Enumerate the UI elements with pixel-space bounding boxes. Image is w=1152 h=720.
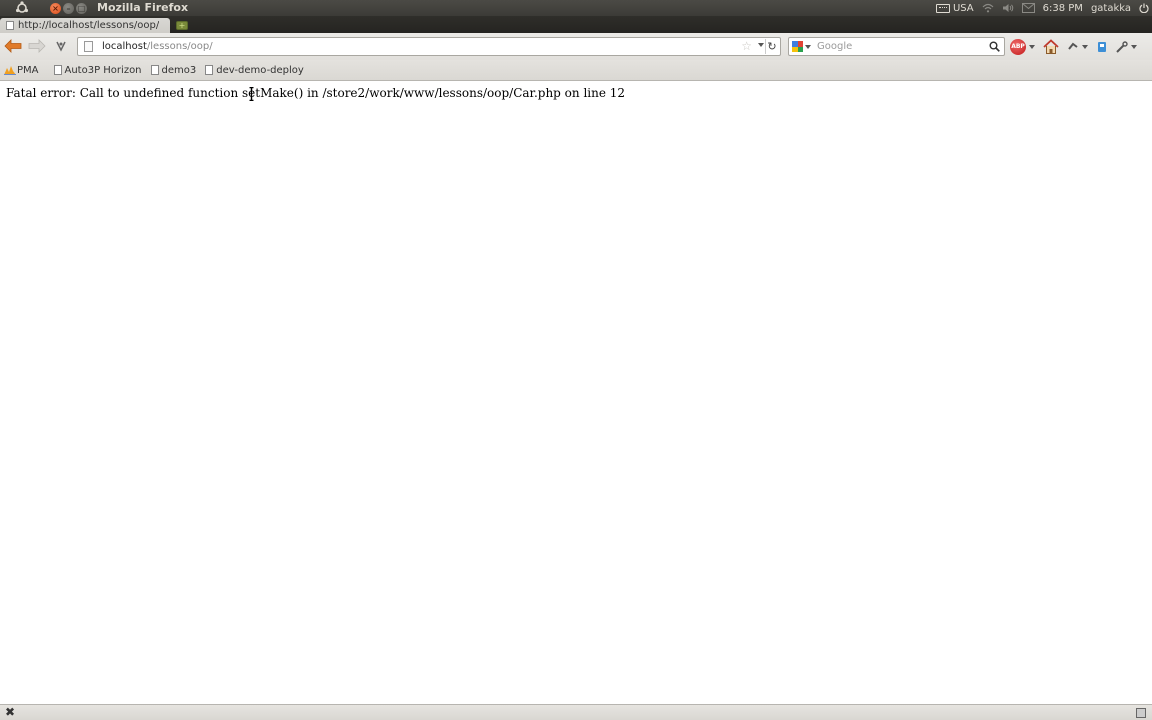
bookmark-pma[interactable]: PMA: [4, 65, 39, 76]
keyboard-layout-label: USA: [952, 2, 974, 14]
pma-icon: [4, 66, 16, 75]
search-icon[interactable]: [989, 41, 1000, 52]
adblock-plus-icon[interactable]: ABP: [1010, 39, 1026, 55]
close-addon-bar-icon[interactable]: ✖: [5, 705, 15, 719]
extension-dropdown[interactable]: [1082, 45, 1088, 49]
navigation-toolbar: localhost/lessons/oop/ ☆ ↻ ABP: [0, 33, 1152, 60]
text-cursor-icon: [249, 87, 254, 101]
session-menu[interactable]: [1139, 3, 1149, 13]
page-icon: [53, 65, 62, 75]
extension-icon[interactable]: [1067, 41, 1079, 53]
system-tray: USA 6:38 PM gatakka: [935, 0, 1152, 16]
site-identity-icon[interactable]: [84, 41, 93, 52]
keyboard-icon: [935, 3, 950, 13]
url-text: localhost/lessons/oop/: [102, 41, 213, 52]
bookmark-demo3[interactable]: demo3: [150, 64, 197, 76]
volume-icon: [1002, 4, 1013, 12]
adblock-dropdown[interactable]: [1029, 45, 1035, 49]
window-minimize-button[interactable]: –: [63, 3, 74, 14]
tab-label: http://localhost/lessons/oop/: [18, 20, 160, 31]
network-indicator[interactable]: [982, 3, 994, 13]
page-icon: [6, 21, 14, 30]
bookmarks-toolbar: PMA Auto3P Horizon demo3 dev-demo-deploy: [0, 60, 1152, 81]
mail-icon: [1021, 3, 1035, 13]
status-bar: ✖: [0, 704, 1152, 720]
url-history-dropdown[interactable]: [758, 43, 764, 47]
search-bar[interactable]: [788, 37, 1005, 56]
clock[interactable]: 6:38 PM: [1043, 3, 1083, 14]
tools-icon[interactable]: [1116, 41, 1128, 53]
bookmark-label: dev-demo-deploy: [216, 64, 304, 76]
bookmark-label: PMA: [17, 64, 39, 76]
system-top-panel: × – □ Mozilla Firefox USA 6:38 PM gatakk…: [0, 0, 1152, 16]
new-tab-button[interactable]: +: [176, 21, 188, 30]
back-arrow-icon[interactable]: [4, 39, 22, 53]
home-icon[interactable]: [1043, 39, 1059, 55]
url-host: localhost: [102, 41, 147, 52]
page-content: Fatal error: Call to undefined function …: [0, 82, 1152, 704]
tools-dropdown[interactable]: [1131, 45, 1137, 49]
reload-icon[interactable]: ↻: [765, 39, 778, 54]
messaging-indicator[interactable]: [1021, 3, 1035, 13]
search-engine-dropdown[interactable]: [805, 44, 811, 49]
bookmark-dev-demo-deploy[interactable]: dev-demo-deploy: [205, 65, 304, 76]
window-maximize-button[interactable]: □: [76, 3, 87, 14]
window-close-button[interactable]: ×: [50, 3, 61, 14]
bookmark-label: Auto3P Horizon: [64, 64, 142, 76]
power-icon: [1139, 3, 1149, 13]
addon-bar-icon[interactable]: [1136, 708, 1146, 718]
bookmark-auto3p-horizon[interactable]: Auto3P Horizon: [53, 64, 142, 76]
tab-localhost-oop[interactable]: http://localhost/lessons/oop/: [0, 18, 170, 33]
forward-arrow-icon[interactable]: [28, 39, 46, 53]
bookmark-label: demo3: [161, 64, 197, 76]
volume-indicator[interactable]: [1002, 3, 1014, 13]
user-menu[interactable]: gatakka: [1091, 3, 1131, 14]
google-engine-icon[interactable]: [792, 41, 803, 52]
search-input[interactable]: [817, 41, 987, 52]
bookmark-star-icon[interactable]: ☆: [741, 40, 752, 53]
addon-icon[interactable]: [1096, 41, 1108, 53]
keyboard-indicator[interactable]: USA: [935, 2, 974, 14]
url-path: /lessons/oop/: [146, 41, 213, 52]
bookmarks-menu-icon[interactable]: [55, 40, 67, 52]
page-icon: [205, 65, 214, 75]
wifi-icon: [982, 3, 994, 13]
tab-strip: http://localhost/lessons/oop/ +: [0, 16, 1152, 33]
page-icon: [150, 65, 159, 75]
url-bar[interactable]: localhost/lessons/oop/ ☆ ↻: [77, 37, 781, 56]
ubuntu-logo-icon[interactable]: [15, 1, 29, 15]
window-title: Mozilla Firefox: [97, 1, 189, 14]
php-fatal-error-message: Fatal error: Call to undefined function …: [6, 86, 626, 100]
extension-toolbar: ABP: [1010, 38, 1141, 56]
